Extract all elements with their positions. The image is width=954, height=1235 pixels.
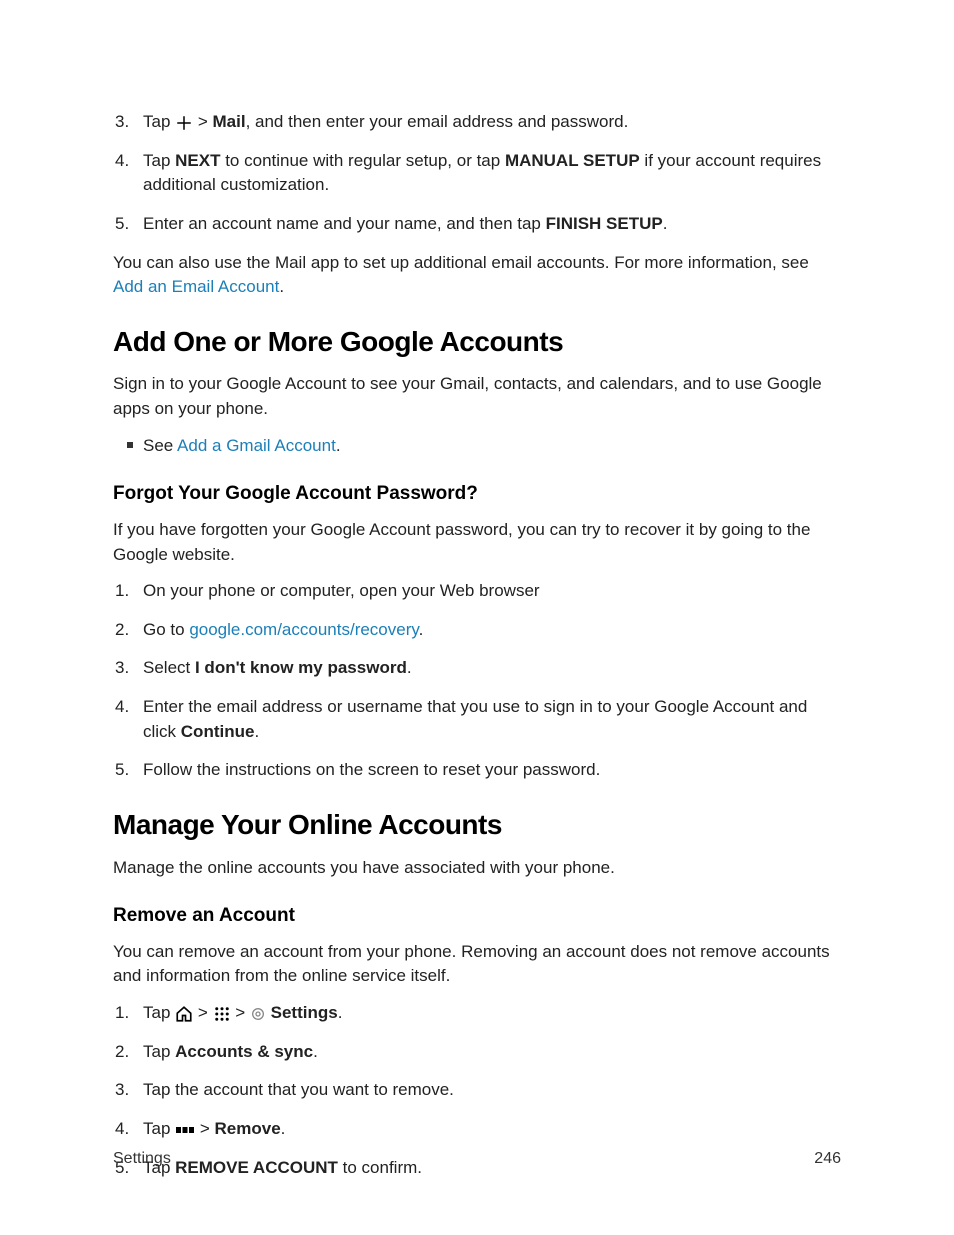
recovery-link[interactable]: google.com/accounts/recovery xyxy=(189,620,418,639)
continue-label: Continue xyxy=(181,722,255,741)
para-text: . xyxy=(279,277,284,296)
step-text: Enter an account name and your name, and… xyxy=(143,214,546,233)
forgot-step-5: Follow the instructions on the screen to… xyxy=(113,758,841,783)
remove-label: Remove xyxy=(215,1119,281,1138)
apps-grid-icon xyxy=(213,1005,231,1023)
add-email-info: You can also use the Mail app to set up … xyxy=(113,251,841,300)
forgot-password-steps: On your phone or computer, open your Web… xyxy=(113,579,841,783)
para-text: You can also use the Mail app to set up … xyxy=(113,253,809,272)
settings-label: Settings xyxy=(271,1003,338,1022)
finish-setup-label: FINISH SETUP xyxy=(546,214,663,233)
step-text: . xyxy=(419,620,424,639)
step-text: . xyxy=(663,214,668,233)
bullet-text: See xyxy=(143,436,177,455)
step-text: . xyxy=(338,1003,343,1022)
footer-page-number: 246 xyxy=(814,1147,841,1170)
manage-accounts-desc: Manage the online accounts you have asso… xyxy=(113,856,841,881)
heading-forgot-password: Forgot Your Google Account Password? xyxy=(113,480,841,508)
remove-step-3: Tap the account that you want to remove. xyxy=(113,1078,841,1103)
separator: > xyxy=(193,112,212,131)
remove-step-1: Tap > > Settings. xyxy=(113,1001,841,1026)
step-text: , and then enter your email address and … xyxy=(246,112,629,131)
forgot-step-4: Enter the email address or username that… xyxy=(113,695,841,744)
next-label: NEXT xyxy=(175,151,220,170)
more-menu-icon xyxy=(175,1124,195,1136)
separator: > xyxy=(231,1003,250,1022)
dont-know-password-label: I don't know my password xyxy=(195,658,407,677)
step-text: Tap xyxy=(143,1119,175,1138)
home-icon xyxy=(175,1005,193,1023)
step-text: Select xyxy=(143,658,195,677)
mail-label: Mail xyxy=(213,112,246,131)
add-gmail-account-link[interactable]: Add a Gmail Account xyxy=(177,436,336,455)
plus-icon xyxy=(175,114,193,132)
step-text: . xyxy=(313,1042,318,1061)
separator: > xyxy=(193,1003,212,1022)
remove-step-4: Tap > Remove. xyxy=(113,1117,841,1142)
step-text: to continue with regular setup, or tap xyxy=(220,151,504,170)
footer-section: Settings xyxy=(113,1147,171,1170)
forgot-password-desc: If you have forgotten your Google Accoun… xyxy=(113,518,841,567)
heading-remove-account: Remove an Account xyxy=(113,902,841,930)
step-text: Tap xyxy=(143,112,175,131)
page-footer: Settings 246 xyxy=(113,1147,841,1170)
bullet-text: . xyxy=(336,436,341,455)
step-5: Enter an account name and your name, and… xyxy=(113,212,841,237)
forgot-step-3: Select I don't know my password. xyxy=(113,656,841,681)
step-text: Go to xyxy=(143,620,189,639)
step-text: . xyxy=(254,722,259,741)
email-setup-steps-continued: Tap > Mail, and then enter your email ad… xyxy=(113,110,841,237)
see-gmail-item: See Add a Gmail Account. xyxy=(113,434,841,459)
see-bullet-list: See Add a Gmail Account. xyxy=(113,434,841,459)
step-text: . xyxy=(281,1119,286,1138)
forgot-step-2: Go to google.com/accounts/recovery. xyxy=(113,618,841,643)
google-accounts-desc: Sign in to your Google Account to see yo… xyxy=(113,372,841,421)
remove-account-desc: You can remove an account from your phon… xyxy=(113,940,841,989)
separator: > xyxy=(195,1119,214,1138)
step-text: Tap xyxy=(143,1042,175,1061)
heading-manage-accounts: Manage Your Online Accounts xyxy=(113,805,841,846)
step-3: Tap > Mail, and then enter your email ad… xyxy=(113,110,841,135)
accounts-sync-label: Accounts & sync xyxy=(175,1042,313,1061)
forgot-step-1: On your phone or computer, open your Web… xyxy=(113,579,841,604)
add-email-account-link[interactable]: Add an Email Account xyxy=(113,277,279,296)
step-4: Tap NEXT to continue with regular setup,… xyxy=(113,149,841,198)
settings-gear-icon xyxy=(250,1006,266,1022)
step-text: Tap xyxy=(143,151,175,170)
step-text: Tap xyxy=(143,1003,175,1022)
remove-step-2: Tap Accounts & sync. xyxy=(113,1040,841,1065)
manual-setup-label: MANUAL SETUP xyxy=(505,151,640,170)
heading-google-accounts: Add One or More Google Accounts xyxy=(113,322,841,363)
step-text: . xyxy=(407,658,412,677)
